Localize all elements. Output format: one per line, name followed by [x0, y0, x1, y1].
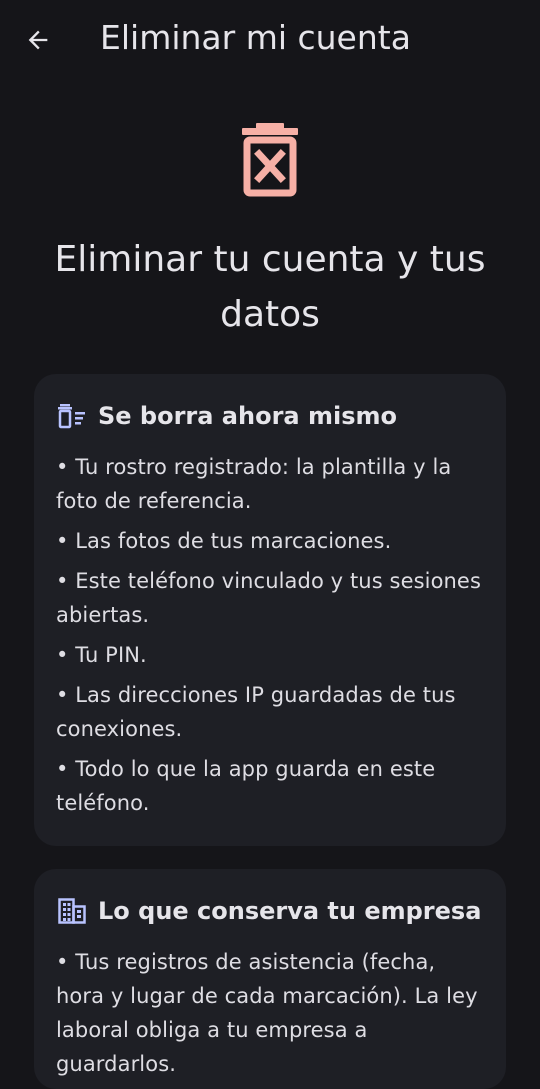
company-keeps-card: Lo que conserva tu empresa • Tus registr…: [34, 869, 506, 1089]
list-item: • Tus registros de asistencia (fecha, ho…: [56, 950, 478, 1076]
kept-card-header: Lo que conserva tu empresa: [56, 891, 484, 931]
arrow-back-icon: [28, 30, 48, 50]
delete-sweep-icon: [56, 400, 88, 432]
kept-card-title: Lo que conserva tu empresa: [98, 897, 482, 925]
app-bar: Eliminar mi cuenta: [0, 0, 540, 80]
page-title: Eliminar mi cuenta: [100, 18, 411, 57]
list-item: • Las direcciones IP guardadas de tus co…: [56, 683, 456, 741]
list-item: • Tu rostro registrado: la plantilla y l…: [56, 455, 452, 513]
headline: Eliminar tu cuenta y tus datos: [54, 239, 486, 335]
deleted-card-title: Se borra ahora mismo: [98, 402, 397, 430]
business-icon: [56, 895, 88, 927]
list-item: • Las fotos de tus marcaciones.: [56, 529, 392, 553]
back-button[interactable]: [18, 20, 58, 60]
list-item: • Tu PIN.: [56, 643, 147, 667]
trash-x-icon: [238, 120, 302, 200]
deleted-items-list: • Tu rostro registrado: la plantilla y l…: [56, 450, 484, 820]
kept-items-list: • Tus registros de asistencia (fecha, ho…: [56, 945, 484, 1081]
list-item: • Todo lo que la app guarda en este telé…: [56, 757, 436, 815]
deleted-now-card: Se borra ahora mismo • Tu rostro registr…: [34, 374, 506, 846]
list-item: • Este teléfono vinculado y tus sesiones…: [56, 569, 481, 627]
deleted-card-header: Se borra ahora mismo: [56, 396, 484, 436]
